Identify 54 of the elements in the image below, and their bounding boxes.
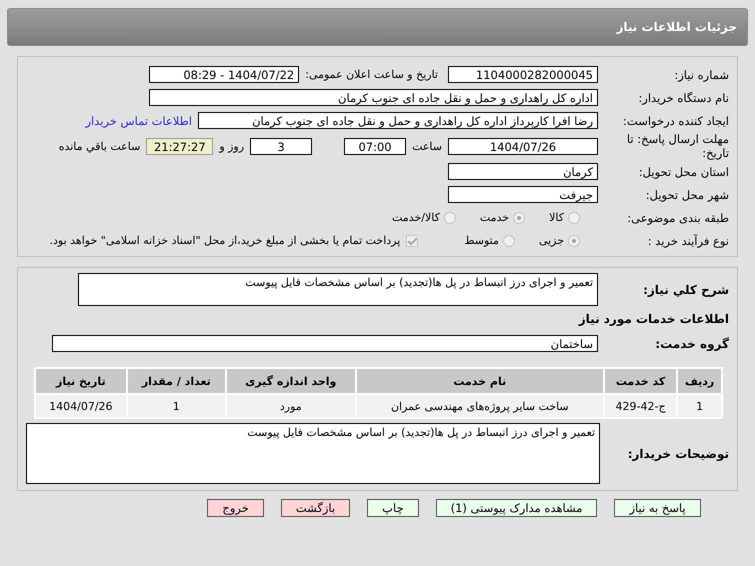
column-header: نام خدمت xyxy=(356,369,603,393)
field-label: ساعت xyxy=(412,140,442,152)
field-value: اداره کل راهداری و حمل و نقل جاده ای جنوب کرمان xyxy=(149,89,598,106)
column-header: تعداد / مقدار xyxy=(128,369,225,393)
field-value: 1404/07/26 xyxy=(448,138,598,154)
action-button[interactable]: پاسخ به نیاز xyxy=(614,499,701,517)
field-value: 1104000282000045 xyxy=(448,66,598,83)
notes-field: تعمیر و اجرای درز انبساط در پل ها(تجدید) بر اساس مشخصات فایل پیوست xyxy=(26,423,600,484)
option-label: خدمت xyxy=(480,211,510,224)
table-cell: 1 xyxy=(128,395,225,417)
table-cell: ساخت سایر پروژه‌های مهندسی عمران xyxy=(356,395,603,417)
option-label: کالا xyxy=(549,211,564,224)
table-cell: 1404/07/26 xyxy=(36,395,126,417)
field-value: جیرفت xyxy=(448,186,598,203)
table-cell: 1 xyxy=(678,395,721,417)
field-value: 1404/07/22 - 08:29 xyxy=(149,66,300,83)
action-button[interactable]: مشاهده مدارک پیوستی (1) xyxy=(436,499,598,517)
action-button[interactable]: چاپ xyxy=(367,499,419,517)
action-button[interactable]: خروج xyxy=(207,499,264,517)
field-value: کرمان xyxy=(448,163,598,180)
field-value: 3 xyxy=(250,138,312,154)
field-value: رضا افرا کارپرداز اداره کل راهداری و حمل و نقل جاده ای جنوب کرمان xyxy=(198,112,598,129)
column-header: کد خدمت xyxy=(604,369,676,393)
action-button[interactable]: بازگشت xyxy=(280,499,350,517)
column-header: ردیف xyxy=(678,369,721,393)
contact-link[interactable]: اطلاعات تماس خریدار xyxy=(85,114,192,128)
column-header: تاریخ نیاز xyxy=(36,369,126,393)
field-label: توضیحات خریدار: xyxy=(626,446,729,460)
checkbox-label: پرداخت تمام یا بخشی از مبلغ خرید،از محل "اسناد خزانه اسلامی" خواهد بود. xyxy=(50,234,400,247)
field-label: نوع فرآیند خرید : xyxy=(646,234,729,248)
option-label: متوسط xyxy=(464,234,499,247)
field-label: ایجاد کننده درخواست: xyxy=(622,114,729,128)
option-label: جزیی xyxy=(538,234,564,247)
field-label: نام دستگاه خریدار: xyxy=(637,90,729,104)
section-heading: اطلاعات خدمات مورد نیاز xyxy=(578,311,729,328)
table-cell: مورد xyxy=(226,395,355,417)
field-label: طبقه بندی موضوعی: xyxy=(626,210,729,224)
field-label: مهلت ارسال پاسخ: تا تاریخ: xyxy=(626,132,729,160)
table-cell: ج-42-429 xyxy=(604,395,676,417)
field-label: تاریخ و ساعت اعلان عمومی: xyxy=(305,68,438,81)
field-label: روز و xyxy=(219,140,244,152)
field-label: شهر محل تحویل: xyxy=(644,188,729,202)
field-label: ساعت باقي مانده xyxy=(58,140,140,152)
description-field: تعمیر و اجرای درز انبساط در پل ها(تجدید) بر اساس مشخصات فایل پیوست xyxy=(78,273,598,306)
field-value: ساختمان xyxy=(52,335,598,352)
field-value: 07:00 xyxy=(344,138,406,154)
field-label: شرح کلي نیاز: xyxy=(642,282,729,296)
option-label: کالا/خدمت xyxy=(392,211,440,224)
field-label: شماره نیاز: xyxy=(673,68,729,82)
column-header: واحد اندازه گیری xyxy=(226,369,355,393)
countdown-value: 21:27:27 xyxy=(146,138,214,154)
field-label: گروه خدمت: xyxy=(654,336,729,350)
field-label: استان محل تحویل: xyxy=(638,164,729,178)
page-title: جزئیات اطلاعات نیاز xyxy=(616,20,737,34)
